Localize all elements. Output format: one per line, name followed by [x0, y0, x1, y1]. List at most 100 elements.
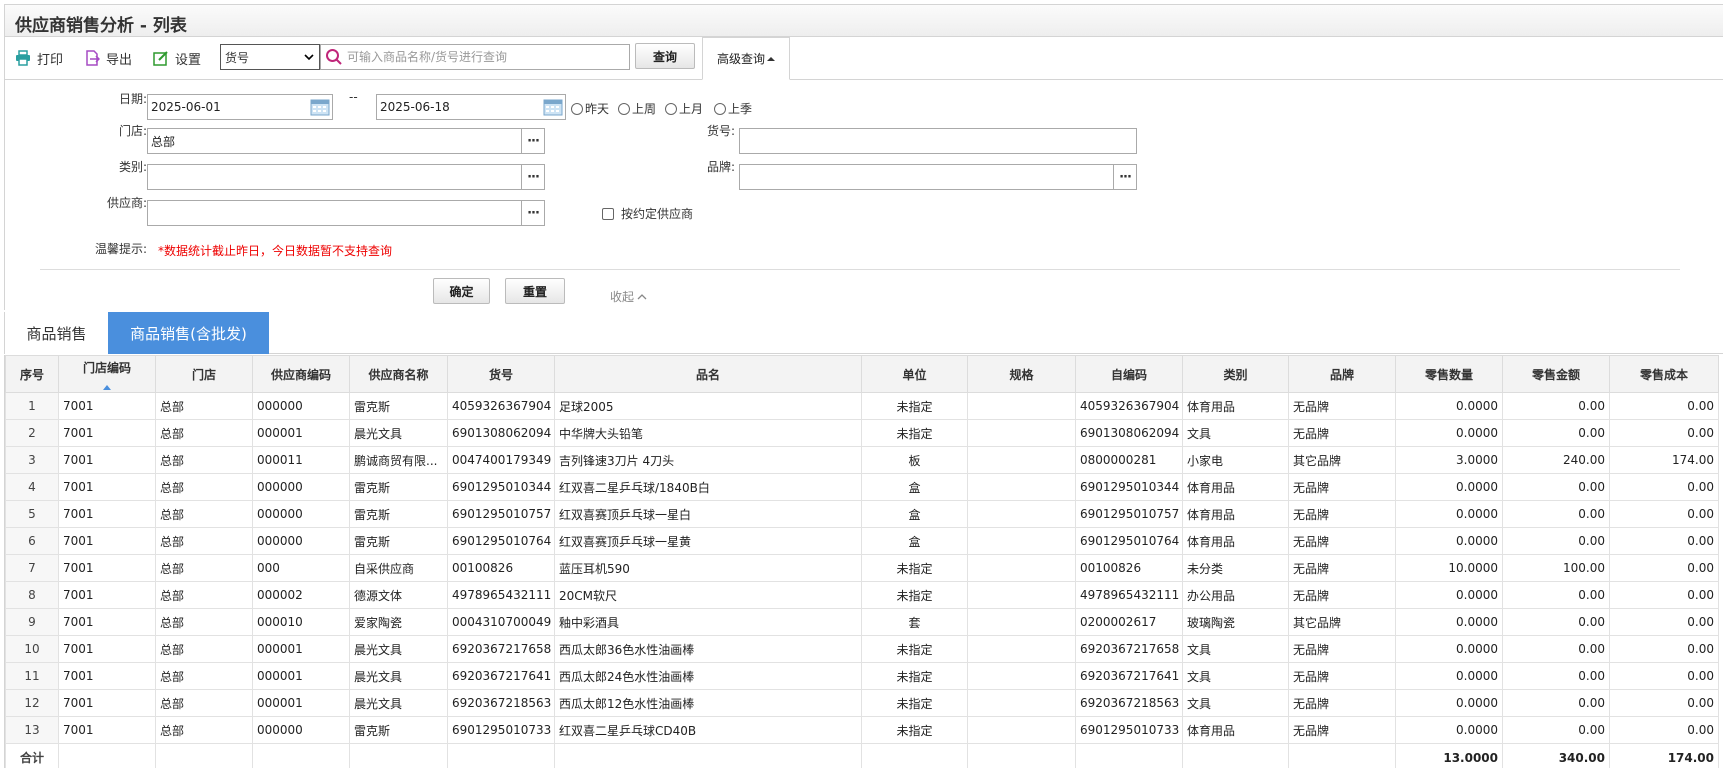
- calendar-icon[interactable]: [543, 98, 563, 116]
- table-cell: 0.0000: [1395, 635, 1503, 663]
- category-field[interactable]: [147, 164, 522, 190]
- table-row[interactable]: 1 7001 总部 000000 雷克斯 4059326367904 足球2005 未指定 40…: [5, 392, 1719, 420]
- table-cell: 总部: [155, 446, 253, 474]
- table-cell: 7: [5, 554, 59, 582]
- column-header[interactable]: 品名: [554, 355, 862, 393]
- table-cell: 红双喜赛顶乒乓球一星白: [554, 500, 862, 528]
- column-header[interactable]: 单位: [861, 355, 968, 393]
- table-row[interactable]: 13 7001 总部 000000 雷克斯 6901295010733 红双喜二星乒乓球CD…: [5, 716, 1719, 744]
- collapse-toggle[interactable]: 收起: [610, 288, 647, 305]
- confirm-button[interactable]: 确定: [433, 278, 490, 304]
- radio-last-quarter[interactable]: 上季: [714, 100, 752, 117]
- table-row[interactable]: 5 7001 总部 000000 雷克斯 6901295010757 红双喜赛顶乒乓球一星白…: [5, 500, 1719, 528]
- export-button[interactable]: 导出: [84, 47, 132, 69]
- caret-up-icon: [767, 56, 775, 61]
- column-header[interactable]: 零售数量: [1395, 355, 1503, 393]
- total-empty-cell: [155, 743, 253, 768]
- table-cell: 体育用品: [1182, 500, 1289, 528]
- total-empty-cell: [1182, 743, 1289, 768]
- radio-last-week[interactable]: 上周: [618, 100, 656, 117]
- tab-goods-sales[interactable]: 商品销售: [5, 312, 108, 354]
- brand-picker-button[interactable]: ···: [1113, 164, 1137, 190]
- table-cell: [967, 608, 1076, 636]
- brand-field[interactable]: [739, 164, 1114, 190]
- table-row[interactable]: 12 7001 总部 000001 晨光文具 6920367218563 西瓜太郎12色水性…: [5, 689, 1719, 717]
- table-row[interactable]: 7 7001 总部 000 自采供应商 00100826 蓝压耳机590 未指定 0010082…: [5, 554, 1719, 582]
- column-header[interactable]: 供应商编码: [252, 355, 350, 393]
- category-picker-button[interactable]: ···: [521, 164, 545, 190]
- table-row[interactable]: 8 7001 总部 000002 德源文体 4978965432111 20CM软尺 未指定 4…: [5, 581, 1719, 609]
- table-cell: 6901295010733: [1075, 716, 1183, 744]
- total-qty: 13.0000: [1395, 743, 1503, 768]
- table-row[interactable]: 11 7001 总部 000001 晨光文具 6920367217641 西瓜太郎24色水性…: [5, 662, 1719, 690]
- settings-button[interactable]: 设置: [153, 47, 201, 69]
- reset-button[interactable]: 重置: [505, 278, 565, 304]
- edit-settings-icon: [153, 51, 168, 66]
- table-cell: 未指定: [861, 554, 968, 582]
- column-header[interactable]: 零售金额: [1502, 355, 1610, 393]
- radio-circle: [571, 102, 583, 115]
- table-row[interactable]: 10 7001 总部 000001 晨光文具 6920367217658 西瓜太郎36色水性…: [5, 635, 1719, 663]
- advanced-query-tab[interactable]: 高级查询: [702, 37, 790, 80]
- column-header[interactable]: 自编码: [1075, 355, 1183, 393]
- tab-goods-sales-wholesale[interactable]: 商品销售(含批发): [108, 312, 269, 354]
- table-cell: 0.0000: [1395, 419, 1503, 447]
- column-header[interactable]: 门店编码: [58, 355, 156, 393]
- table-cell: 总部: [155, 473, 253, 501]
- table-cell: 6901295010733: [447, 716, 555, 744]
- column-header[interactable]: 品牌: [1288, 355, 1396, 393]
- table-cell: 7001: [58, 662, 156, 690]
- contract-supplier-checkbox[interactable]: 按约定供应商: [602, 205, 693, 222]
- supplier-picker-button[interactable]: ···: [521, 200, 545, 226]
- table-cell: 0.00: [1502, 473, 1610, 501]
- table-row[interactable]: 6 7001 总部 000000 雷克斯 6901295010764 红双喜赛顶乒乓球一星黄…: [5, 527, 1719, 555]
- table-cell: 0.00: [1502, 689, 1610, 717]
- table-cell: 0047400179349: [447, 446, 555, 474]
- search-input[interactable]: [347, 50, 617, 64]
- table-cell: 体育用品: [1182, 473, 1289, 501]
- query-button[interactable]: 查询: [635, 43, 695, 69]
- radio-yesterday-label: 昨天: [585, 102, 610, 116]
- table-cell: 7001: [58, 500, 156, 528]
- column-header[interactable]: 类别: [1182, 355, 1289, 393]
- column-header[interactable]: 门店: [155, 355, 253, 393]
- table-cell: 其它品牌: [1288, 608, 1396, 636]
- table-row[interactable]: 2 7001 总部 000001 晨光文具 6901308062094 中华牌大头铅笔 未指定…: [5, 419, 1719, 447]
- date-to-field[interactable]: 2025-06-18: [376, 94, 566, 120]
- column-header[interactable]: 规格: [967, 355, 1076, 393]
- radio-yesterday[interactable]: 昨天: [571, 100, 609, 117]
- table-cell: 自采供应商: [349, 554, 448, 582]
- table-cell: [967, 581, 1076, 609]
- table-cell: 无品牌: [1288, 662, 1396, 690]
- search-field-select[interactable]: 货号: [220, 44, 320, 70]
- table-cell: 0.00: [1609, 554, 1719, 582]
- table-row[interactable]: 9 7001 总部 000010 爱家陶瓷 0004310700049 釉中彩酒具套 0200…: [5, 608, 1719, 636]
- table-row[interactable]: 3 7001 总部 000011 鹏诚商贸有限... 0047400179349 吉列锋速3…: [5, 446, 1719, 474]
- store-label: 门店:: [118, 124, 147, 138]
- table-cell: 20CM软尺: [554, 581, 862, 609]
- table-cell: 盒: [861, 473, 968, 501]
- table-cell: 0.00: [1502, 662, 1610, 690]
- column-header[interactable]: 货号: [447, 355, 555, 393]
- column-header[interactable]: 零售成本: [1609, 355, 1719, 393]
- calendar-icon[interactable]: [310, 98, 330, 116]
- sku-field[interactable]: [739, 128, 1137, 154]
- table-row[interactable]: 4 7001 总部 000000 雷克斯 6901295010344 红双喜二星乒乓球/18…: [5, 473, 1719, 501]
- settings-label: 设置: [175, 52, 202, 68]
- store-picker-button[interactable]: ···: [521, 128, 545, 154]
- column-header[interactable]: 供应商名称: [349, 355, 448, 393]
- table-cell: 0200002617: [1075, 608, 1183, 636]
- print-button[interactable]: 打印: [15, 47, 63, 69]
- store-field[interactable]: 总部: [147, 128, 522, 154]
- supplier-field[interactable]: [147, 200, 522, 226]
- radio-last-month[interactable]: 上月: [665, 100, 703, 117]
- table-cell: 0.0000: [1395, 689, 1503, 717]
- table-cell: 6920367217658: [1075, 635, 1183, 663]
- table-header-row: 序号 门店编码 门店 供应商编码 供应商名称 货号 品名 单位 规格 自编码 类别 品牌 零售数量 零售金…: [5, 355, 1719, 393]
- date-from-field[interactable]: 2025-06-01: [147, 94, 333, 120]
- column-header[interactable]: 序号: [5, 355, 59, 393]
- total-empty-cell: [58, 743, 156, 768]
- table-cell: 未指定: [861, 581, 968, 609]
- chevron-up-icon: [637, 293, 647, 299]
- radio-last-week-label: 上周: [632, 102, 657, 116]
